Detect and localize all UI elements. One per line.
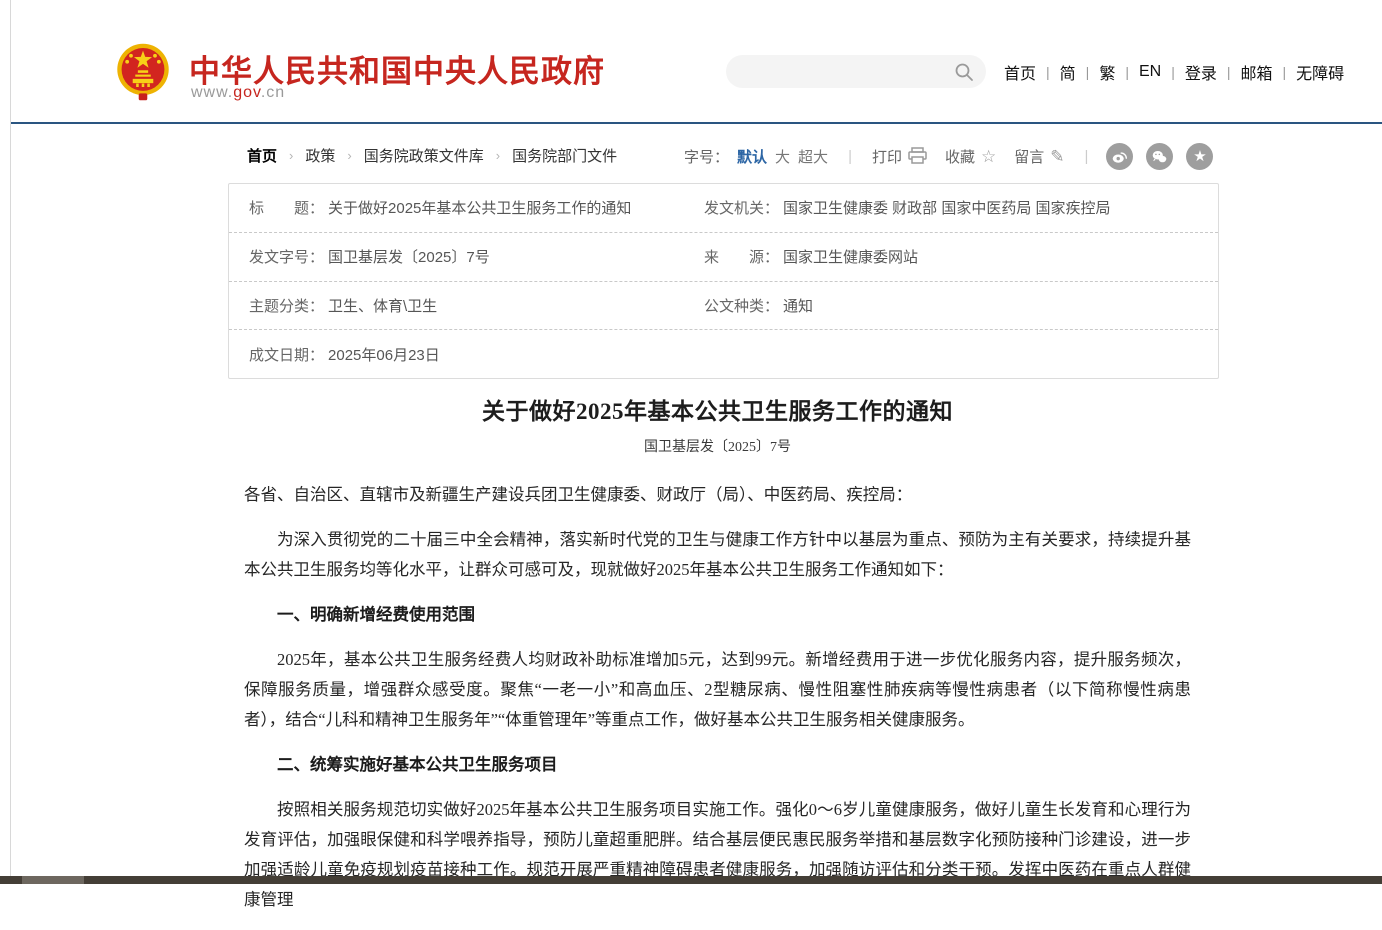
site-header: 中华人民共和国中央人民政府 www.gov.cn 首页 | 简 | 繁 | EN… <box>11 0 1382 124</box>
chevron-right-icon: › <box>484 148 512 163</box>
meta-issuing-agency: 发文机关： 国家卫生健康委 财政部 国家中医药局 国家疾控局 <box>704 197 1218 218</box>
document-number: 国卫基层发〔2025〕7号 <box>244 436 1191 456</box>
nav-accessibility[interactable]: 无障碍 <box>1293 60 1347 84</box>
meta-row-date: 成文日期： 2025年06月23日 <box>229 330 1218 378</box>
scrollbar-thumb[interactable] <box>22 876 84 884</box>
search-icon[interactable] <box>954 62 974 82</box>
share-icons: ★ <box>1106 143 1213 170</box>
chevron-right-icon: › <box>277 148 305 163</box>
breadcrumb-department-documents[interactable]: 国务院部门文件 <box>512 145 617 166</box>
chevron-right-icon: › <box>335 148 363 163</box>
favorite-button[interactable]: 收藏 ☆ <box>945 146 996 167</box>
section-1-heading: 一、明确新增经费使用范围 <box>244 600 1191 630</box>
salutation-paragraph: 各省、自治区、直辖市及新疆生产建设兵团卫生健康委、财政厅（局）、中医药局、疾控局… <box>244 480 1191 510</box>
top-nav: 首页 | 简 | 繁 | EN | 登录 | 邮箱 | 无障碍 <box>1001 60 1347 84</box>
meta-issue-date: 成文日期： 2025年06月23日 <box>229 344 704 365</box>
breadcrumb-toolbar-row: 首页 › 政策 › 国务院政策文件库 › 国务院部门文件 字号： 默认 大 超大… <box>0 142 1382 168</box>
document-title: 关于做好2025年基本公共卫生服务工作的通知 <box>244 392 1191 426</box>
font-size-default[interactable]: 默认 <box>737 146 767 167</box>
site-url: www.gov.cn <box>191 84 285 102</box>
pencil-icon: ✎ <box>1050 148 1064 165</box>
meta-title: 标 题： 关于做好2025年基本公共卫生服务工作的通知 <box>229 197 704 218</box>
breadcrumb-policy[interactable]: 政策 <box>305 145 335 166</box>
breadcrumb-home[interactable]: 首页 <box>247 145 277 166</box>
meta-source: 来 源： 国家卫生健康委网站 <box>704 246 1218 267</box>
qzone-star-icon: ★ <box>1193 149 1206 164</box>
section-2-heading: 二、统筹实施好基本公共卫生服务项目 <box>244 750 1191 780</box>
nav-login[interactable]: 登录 <box>1182 60 1220 84</box>
star-icon: ☆ <box>981 148 996 165</box>
printer-icon <box>908 147 927 167</box>
weibo-share-icon[interactable] <box>1106 143 1133 170</box>
nav-simplified[interactable]: 简 <box>1057 60 1079 84</box>
breadcrumb-policy-library[interactable]: 国务院政策文件库 <box>364 145 484 166</box>
font-size-large[interactable]: 大 <box>775 146 790 167</box>
meta-document-type: 公文种类： 通知 <box>704 295 1218 316</box>
meta-row-category-type: 主题分类： 卫生、体育\卫生 公文种类： 通知 <box>229 282 1218 331</box>
document-article: 关于做好2025年基本公共卫生服务工作的通知 国卫基层发〔2025〕7号 各省、… <box>228 392 1219 930</box>
nav-home[interactable]: 首页 <box>1001 60 1039 84</box>
section-2-paragraph: 按照相关服务规范切实做好2025年基本公共卫生服务项目实施工作。强化0～6岁儿童… <box>244 795 1191 915</box>
font-size-label: 字号： <box>684 146 729 167</box>
font-size-xlarge[interactable]: 超大 <box>798 146 828 167</box>
meta-subject-category: 主题分类： 卫生、体育\卫生 <box>229 295 704 316</box>
section-1-paragraph: 2025年，基本公共卫生服务经费人均财政补助标准增加5元，达到99元。新增经费用… <box>244 645 1191 735</box>
meta-row-title-agency: 标 题： 关于做好2025年基本公共卫生服务工作的通知 发文机关： 国家卫生健康… <box>229 184 1218 233</box>
horizontal-scrollbar[interactable] <box>0 876 1382 884</box>
national-emblem-logo <box>115 42 171 102</box>
search-input[interactable] <box>742 64 954 80</box>
print-button[interactable]: 打印 <box>872 146 927 167</box>
wechat-share-icon[interactable] <box>1146 143 1173 170</box>
breadcrumb: 首页 › 政策 › 国务院政策文件库 › 国务院部门文件 <box>247 145 617 166</box>
qzone-share-icon[interactable]: ★ <box>1186 143 1213 170</box>
meta-row-number-source: 发文字号： 国卫基层发〔2025〕7号 来 源： 国家卫生健康委网站 <box>229 233 1218 282</box>
meta-doc-number: 发文字号： 国卫基层发〔2025〕7号 <box>229 246 704 267</box>
nav-mailbox[interactable]: 邮箱 <box>1238 60 1276 84</box>
search-box[interactable] <box>726 55 986 88</box>
document-meta-table: 标 题： 关于做好2025年基本公共卫生服务工作的通知 发文机关： 国家卫生健康… <box>228 183 1219 379</box>
intro-paragraph: 为深入贯彻党的二十届三中全会精神，落实新时代党的卫生与健康工作方针中以基层为重点… <box>244 525 1191 585</box>
comment-button[interactable]: 留言 ✎ <box>1014 146 1064 167</box>
nav-english[interactable]: EN <box>1136 63 1164 81</box>
page-toolbar: 字号： 默认 大 超大 | 打印 收藏 ☆ 留言 ✎ | ★ <box>684 143 1213 170</box>
document-body: 各省、自治区、直辖市及新疆生产建设兵团卫生健康委、财政厅（局）、中医药局、疾控局… <box>244 480 1191 915</box>
nav-traditional[interactable]: 繁 <box>1096 60 1118 84</box>
page-left-border <box>10 0 11 876</box>
